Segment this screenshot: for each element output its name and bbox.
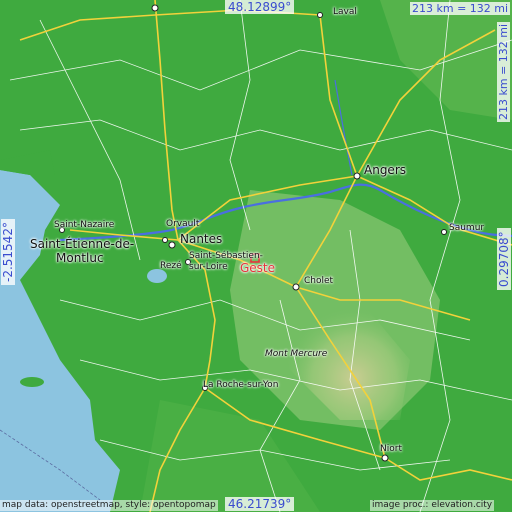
place-label-cholet[interactable]: Cholet [304, 277, 333, 286]
place-label-saint-etienne-line2[interactable]: Montluc [56, 252, 104, 264]
focus-place-label[interactable]: Geste [240, 262, 275, 274]
place-label-saint-etienne-line1[interactable]: Saint-Étienne-de- [30, 238, 134, 250]
place-label-nantes[interactable]: Nantes [180, 233, 222, 245]
map-view[interactable]: Laval Angers Saumur Saint-Nazaire Saint-… [0, 0, 512, 512]
attribution-map-data: map data: openstreetmap, style: opentopo… [0, 500, 218, 511]
latitude-top-label: 48.12899° [225, 0, 295, 14]
longitude-right-label: 0.29708° [497, 228, 511, 290]
place-label-angers[interactable]: Angers [364, 164, 406, 176]
scale-bar-vertical: 213 km = 132 mi [497, 21, 510, 122]
place-label-orvault[interactable]: Orvault [166, 220, 199, 229]
place-label-saumur[interactable]: Saumur [449, 224, 484, 233]
lake [147, 269, 167, 283]
longitude-left-label: -2.51542° [1, 219, 15, 285]
place-label-saint-sebastien-line2[interactable]: sur-Loire [189, 263, 228, 272]
place-label-reze[interactable]: Rezé [160, 262, 182, 271]
place-label-la-roche-sur-yon[interactable]: La Roche-sur-Yon [203, 381, 278, 390]
place-label-mont-mercure[interactable]: Mont Mercure [265, 350, 327, 359]
place-label-niort[interactable]: Niort [380, 445, 402, 454]
attribution-image-processing: image proc.: elevation.city [370, 500, 495, 511]
place-label-laval[interactable]: Laval [333, 8, 357, 17]
scale-bar-horizontal: 213 km = 132 mi [410, 2, 511, 15]
latitude-bottom-label: 46.21739° [225, 497, 295, 511]
place-label-saint-sebastien-line1[interactable]: Saint-Sébastien- [189, 252, 263, 261]
island [20, 377, 44, 387]
place-label-saint-nazaire[interactable]: Saint-Nazaire [54, 221, 114, 230]
